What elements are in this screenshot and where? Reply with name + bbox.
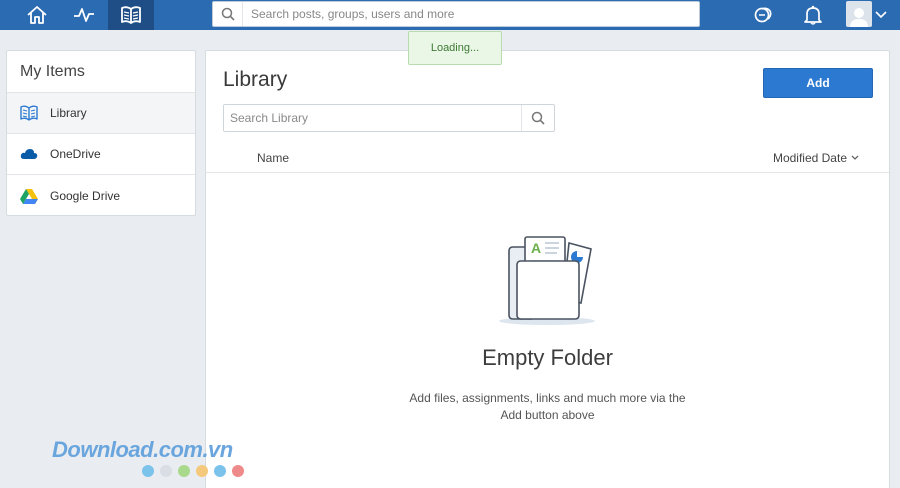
activity-icon [74,8,94,22]
top-navigation-bar [0,0,900,30]
search-icon [531,111,545,125]
watermark-dot [160,465,172,477]
home-button[interactable] [14,0,60,30]
svg-text:A: A [531,240,541,256]
loading-toast: Loading... [408,31,502,65]
empty-folder-illustration: A [499,236,595,325]
sidebar-item-label: Library [50,106,87,120]
column-modified-date-header[interactable]: Modified Date [773,151,859,165]
watermark-dot [196,465,208,477]
loading-text: Loading... [430,42,480,54]
global-search-input[interactable] [243,3,699,25]
table-header: Name Modified Date [206,143,889,173]
library-search[interactable] [223,104,555,132]
sidebar-item-google-drive[interactable]: Google Drive [7,175,195,216]
sidebar-item-label: OneDrive [50,147,101,161]
backpack-icon [754,7,772,23]
watermark-logo: Download.com.vn [52,437,252,481]
sidebar-item-onedrive[interactable]: OneDrive [7,134,195,175]
account-menu-toggle[interactable] [874,0,888,30]
library-search-input[interactable] [224,106,521,130]
chevron-down-icon [875,11,887,19]
watermark-dots [52,465,252,477]
backpack-button[interactable] [751,0,777,30]
library-nav-button[interactable] [108,0,154,30]
chevron-down-icon [851,155,859,160]
search-icon[interactable] [213,2,243,26]
library-search-button[interactable] [521,105,554,131]
watermark-dot [214,465,226,477]
user-silhouette-icon [850,8,868,27]
library-icon [121,6,141,24]
page-title: Library [223,68,288,91]
column-modified-date-label: Modified Date [772,151,847,165]
google-drive-icon [20,187,38,205]
bell-icon [804,5,822,25]
activity-button[interactable] [61,0,107,30]
my-items-sidebar: My Items Library OneDrive Google Drive [6,50,196,216]
empty-folder-line-1: Add files, assignments, links and much m… [409,391,686,405]
home-icon [27,6,47,24]
sidebar-item-label: Google Drive [50,188,121,203]
library-icon [20,104,38,122]
watermark-dot [232,465,244,477]
empty-folder-title: Empty Folder [482,345,613,370]
watermark-text: Download.com.vn [52,437,233,462]
column-name-header[interactable]: Name [257,151,289,165]
empty-folder-description: Add files, assignments, links and much m… [206,390,889,424]
empty-folder-line-2: Add button above [500,408,595,422]
global-search[interactable] [212,1,700,27]
watermark-dot [178,465,190,477]
user-avatar[interactable] [846,1,872,27]
library-panel: Library Add Name Modified Date A Empty F… [205,50,890,488]
notifications-button[interactable] [800,0,826,30]
sidebar-item-library[interactable]: Library [7,93,195,134]
sidebar-title: My Items [7,51,195,93]
add-button[interactable]: Add [763,68,873,98]
watermark-dot [142,465,154,477]
onedrive-cloud-icon [20,145,38,163]
